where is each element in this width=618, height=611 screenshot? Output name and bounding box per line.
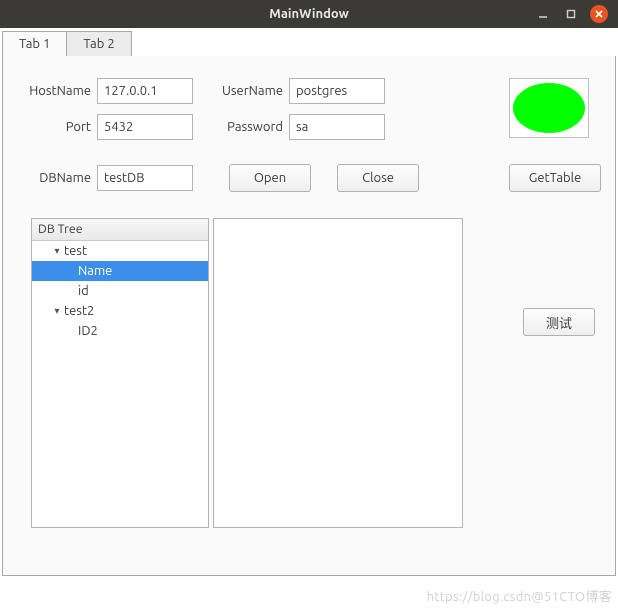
db-tree-header: DB Tree — [32, 219, 208, 241]
minimize-icon[interactable] — [534, 5, 552, 23]
tab-1[interactable]: Tab 1 — [2, 31, 67, 57]
tree-leaf-label: id — [78, 284, 89, 298]
db-tree[interactable]: DB Tree ▾ test Name id ▾ test2 ID2 — [31, 218, 209, 528]
tree-leaf-label: Name — [78, 264, 112, 278]
username-label: UserName — [213, 84, 289, 98]
hostname-input[interactable] — [97, 78, 193, 104]
port-label: Port — [17, 120, 97, 134]
dbname-input[interactable] — [97, 165, 193, 191]
test-button[interactable]: 测试 — [523, 308, 595, 336]
maximize-icon[interactable] — [562, 5, 580, 23]
window-title: MainWindow — [0, 7, 618, 21]
tab-page: HostName UserName Port Password DBName O… — [2, 56, 616, 576]
chevron-down-icon[interactable]: ▾ — [50, 245, 64, 257]
tree-node-label: test2 — [64, 304, 94, 318]
result-list[interactable] — [213, 218, 463, 528]
password-label: Password — [213, 120, 289, 134]
watermark: https://blog.csdn@51CTO博客 — [427, 586, 612, 605]
close-button[interactable]: Close — [337, 164, 419, 192]
tab-strip: Tab 1 Tab 2 — [0, 28, 618, 56]
password-input[interactable] — [289, 114, 385, 140]
status-ellipse-icon — [513, 83, 585, 133]
gettable-button[interactable]: GetTable — [509, 164, 601, 192]
status-indicator-box — [509, 78, 589, 138]
tree-node-test2[interactable]: ▾ test2 — [32, 301, 208, 321]
tree-node-test[interactable]: ▾ test — [32, 241, 208, 261]
chevron-down-icon[interactable]: ▾ — [50, 305, 64, 317]
close-icon[interactable] — [590, 5, 608, 23]
tree-node-label: test — [64, 244, 87, 258]
hostname-label: HostName — [17, 84, 97, 98]
tree-leaf-id2[interactable]: ID2 — [32, 321, 208, 341]
tree-leaf-id[interactable]: id — [32, 281, 208, 301]
username-input[interactable] — [289, 78, 385, 104]
tree-leaf-label: ID2 — [78, 324, 98, 338]
dbname-label: DBName — [17, 171, 97, 185]
open-button[interactable]: Open — [229, 164, 311, 192]
window-controls — [534, 0, 614, 28]
titlebar: MainWindow — [0, 0, 618, 28]
tree-leaf-name[interactable]: Name — [32, 261, 208, 281]
tab-2[interactable]: Tab 2 — [66, 31, 131, 56]
port-input[interactable] — [97, 114, 193, 140]
